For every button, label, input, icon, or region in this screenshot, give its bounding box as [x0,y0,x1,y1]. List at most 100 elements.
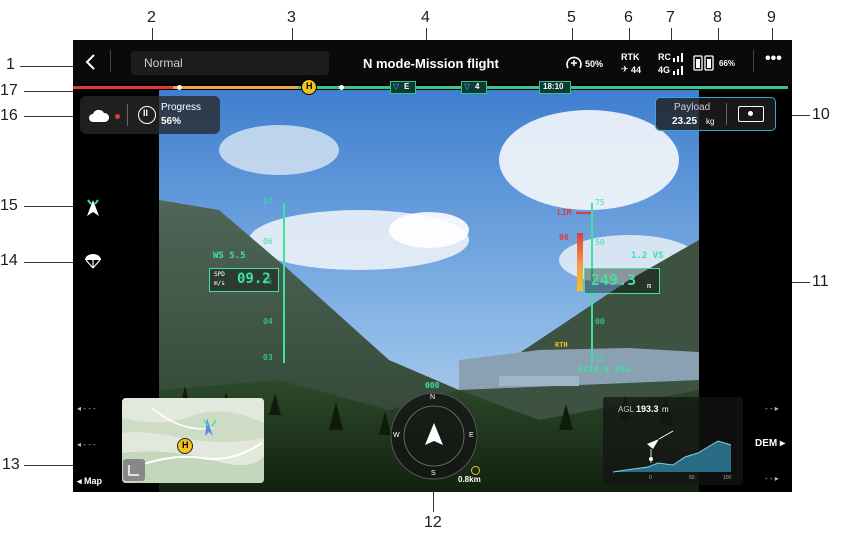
record-dot [115,114,120,119]
minimap[interactable]: H [122,398,264,483]
alt-tick: 25 [595,354,605,363]
left-collapse-arrow[interactable]: ◂ - - - [77,404,96,413]
minimap-home-marker: H [177,438,193,454]
right-collapse-arrow[interactable]: - - ▸ [765,474,779,483]
callout-16: 16 [0,107,18,124]
speed-tick: 04 [263,317,273,326]
pause-button[interactable]: II [138,106,156,124]
rth-altitude: RTH [555,341,568,349]
compass-widget[interactable] [389,391,479,481]
payload-label: Payload [674,102,711,113]
alt-tick: 50 [595,238,605,247]
aircraft-icon[interactable] [85,198,101,218]
layers-icon [128,465,139,476]
more-button[interactable]: ••• [765,50,782,68]
flight-time-marker: 18:10 [539,81,571,94]
cloud-icon [89,109,110,122]
rtk-label[interactable]: RTK [621,52,640,62]
callout-5: 5 [567,9,576,26]
profile-tick: 50 [689,475,695,481]
speed-tick: 06 [263,237,273,246]
compass-north: N [430,394,436,401]
vertical-speed: 1.2 VS [631,251,664,261]
profile-tick: 100 [723,475,732,481]
parachute-icon[interactable] [84,253,102,271]
heading-readout: 000 [425,381,440,390]
network-label: 4G [658,65,671,75]
dem-toggle[interactable]: DEM ▸ [755,438,785,449]
pause-icon: II [143,108,149,118]
compass-east: E [469,432,474,439]
rc-label: RC [658,52,671,62]
callout-6: 6 [624,9,633,26]
altitude-readout: 249.3 m [584,268,660,294]
map-toggle[interactable]: ◂ Map [77,476,102,487]
callout-11: 11 [812,273,829,290]
compass-south: S [431,470,436,477]
speed-value: 09.2 [237,271,271,287]
alt-tick: 75 [595,198,605,207]
payload-panel[interactable]: Payload 23.25 kg [655,97,776,131]
altitude-value: 249.3 [591,271,637,289]
callout-13: 13 [2,456,20,473]
flight-screen: Normal N mode-Mission flight 50% RTK ✈ 4… [73,40,792,492]
progress-value: 56% [161,116,182,127]
asl-altitude: 3244.9 ASL [577,365,632,375]
leader-line-1 [20,66,80,67]
left-collapse-arrow[interactable]: ◂ - - - [77,440,96,449]
callout-4: 4 [421,9,430,26]
layers-button[interactable] [123,459,145,481]
alt-tick: 00 [595,317,605,326]
speed-tick: 07 [263,197,273,206]
waypoint-e-marker: ▽ E [390,81,416,94]
right-collapse-arrow[interactable]: - - ▸ [765,404,779,413]
cloud-status-panel[interactable]: II Progress 56% [80,96,220,134]
speed-ladder [283,203,285,363]
battery-gauge-icon [566,56,582,69]
battery-icon [693,55,714,71]
leader-line-16 [24,116,80,117]
battery-percent: 50% [585,59,604,69]
altitude-profile[interactable]: AGL 193.3 m 0 50 100 [603,397,743,485]
profile-tick: 0 [649,475,652,481]
callout-15: 15 [0,197,18,214]
payload-value: 23.25 [672,116,698,127]
progress-label: Progress [161,102,202,113]
home-point-marker: H [301,79,317,95]
altitude-warning-bar [577,233,583,291]
rc-signal-icon [673,53,683,62]
waypoint-4-marker: ▽ 4 [461,81,487,94]
callout-3: 3 [287,9,296,26]
compass-west: W [393,432,400,439]
speed-readout: SPD m/s 09.2 [209,268,279,292]
flight-mode-title: N mode-Mission flight [363,56,499,71]
callout-12: 12 [424,514,442,531]
callout-2: 2 [147,9,156,26]
satellite-icon: ✈ [621,64,629,74]
callout-1: 1 [6,56,15,73]
callout-8: 8 [713,9,722,26]
satellite-count: 44 [631,65,642,75]
flight-timeline [73,84,792,90]
home-direction-icon [471,466,480,475]
flight-status-text: Normal [144,56,183,70]
callout-10: 10 [812,106,830,123]
payload-unit: kg [706,117,715,126]
altitude-marker: 06 [559,233,569,242]
flight-status-box[interactable]: Normal [131,51,329,75]
callout-17: 17 [0,82,18,99]
back-button[interactable] [81,52,101,72]
network-signal-icon [673,66,683,75]
callout-7: 7 [666,9,675,26]
altitude-limit-line [576,212,591,214]
chevron-left-icon [85,54,95,70]
terrain-profile [612,430,732,473]
speed-tick: 03 [263,353,273,362]
altitude-limit: LIM [557,208,572,217]
wind-speed: WS 5.5 [213,251,246,261]
ellipsis-icon: ••• [765,50,782,67]
callout-9: 9 [767,9,776,26]
rc-battery-percent: 66% [719,59,736,68]
home-distance: 0.8km [458,475,481,484]
callout-14: 14 [0,252,18,269]
